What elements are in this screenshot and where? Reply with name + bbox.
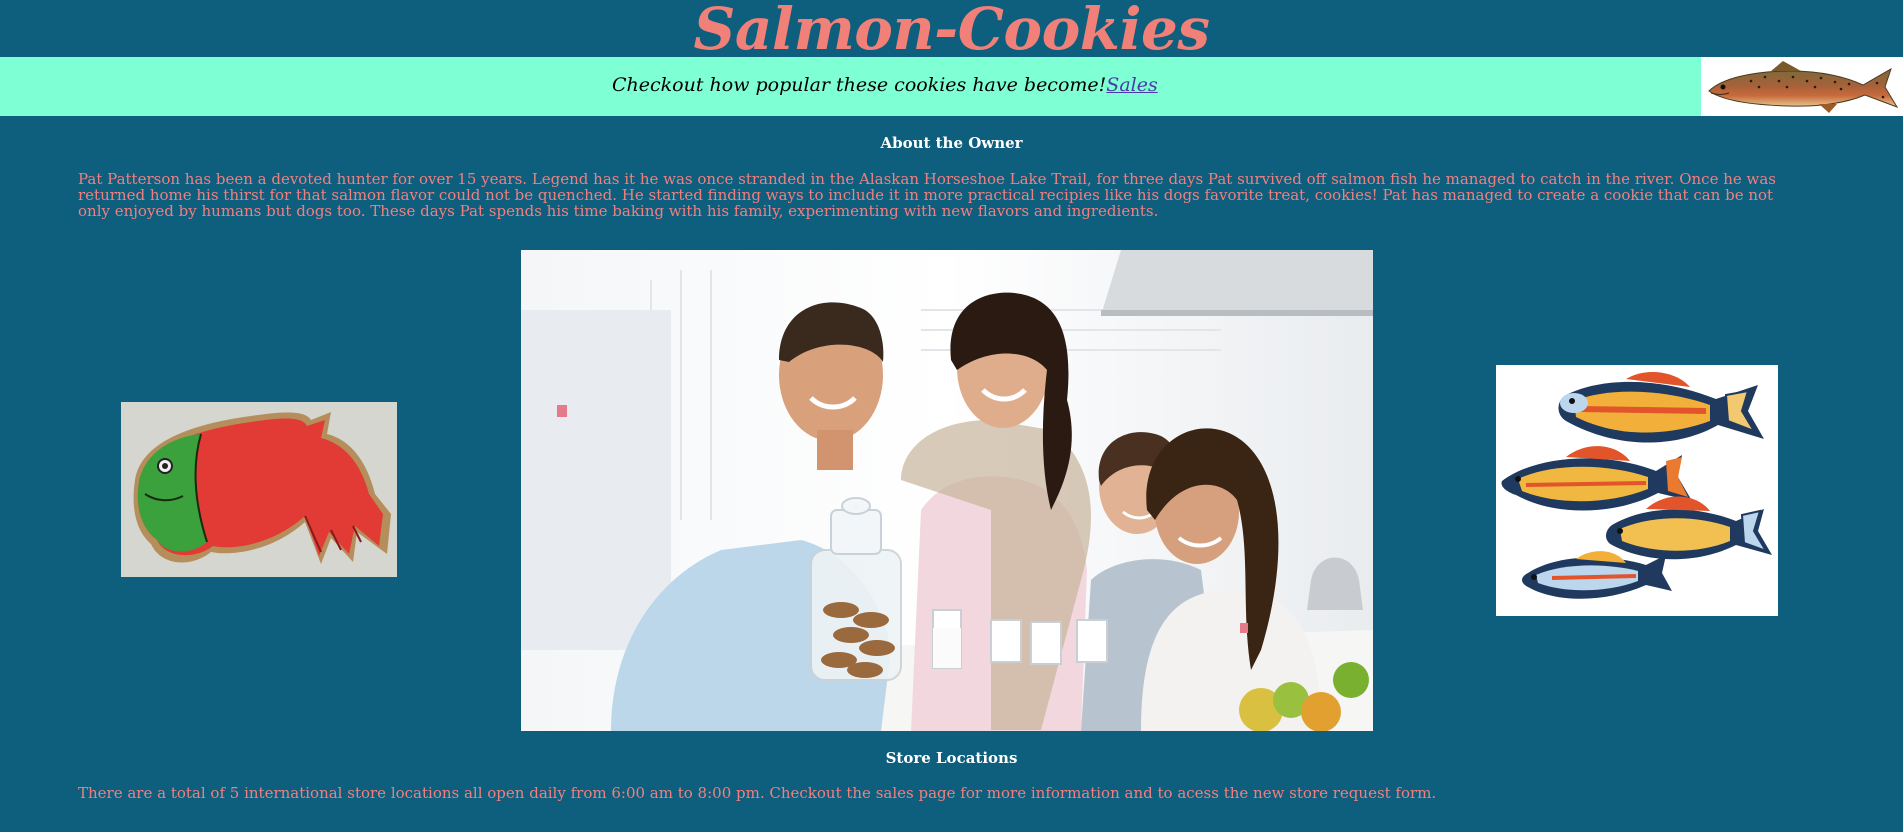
family-kitchen-photo bbox=[521, 250, 1373, 731]
banner: Checkout how popular these cookies have … bbox=[0, 57, 1903, 116]
banner-text: Checkout how popular these cookies have … bbox=[612, 74, 1158, 96]
banner-message: Checkout how popular these cookies have … bbox=[612, 74, 1107, 96]
site-title: Salmon-Cookies bbox=[693, 0, 1210, 63]
salmon-cookie-photo bbox=[121, 402, 397, 577]
store-locations-paragraph: There are a total of 5 international sto… bbox=[78, 784, 1437, 802]
page: Salmon-Cookies Checkout how popular thes… bbox=[0, 0, 1903, 832]
sales-link[interactable]: Sales bbox=[1106, 74, 1157, 96]
fish-illustration bbox=[1496, 365, 1778, 616]
about-paragraph: Pat Patterson has been a devoted hunter … bbox=[78, 170, 1776, 220]
store-locations-heading: Store Locations bbox=[885, 749, 1018, 767]
about-heading: About the Owner bbox=[880, 134, 1023, 152]
salmon-fish-icon bbox=[1701, 57, 1903, 116]
